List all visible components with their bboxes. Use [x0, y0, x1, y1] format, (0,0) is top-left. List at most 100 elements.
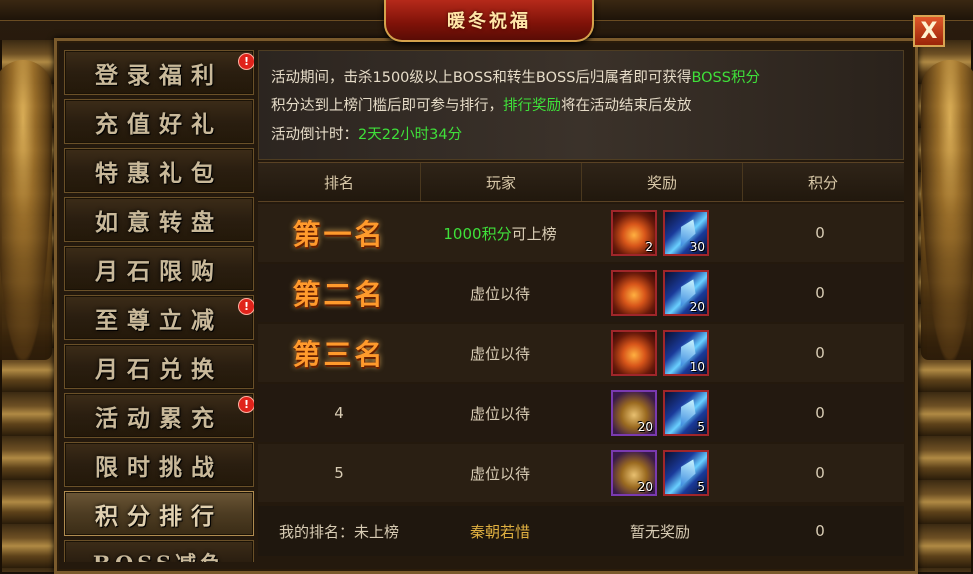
- right-statue: [921, 60, 973, 360]
- header-reward: 奖励: [582, 163, 743, 201]
- my-player-name: 秦朝若惜: [469, 522, 530, 541]
- score-cell: 0: [815, 464, 825, 482]
- my-reward: 暂无奖励: [629, 522, 690, 541]
- header-player: 玩家: [421, 163, 582, 201]
- sidebar-item-label: 月石限购: [95, 257, 223, 285]
- sidebar: 登录福利 ! 充值好礼 特惠礼包 如意转盘 月石限购 至尊立减 ! 月石兑换 活…: [64, 50, 254, 562]
- reward-cell: 2 30: [580, 204, 740, 262]
- rank-label: 第二名: [292, 278, 386, 311]
- reward-cell: 20 5: [580, 444, 740, 502]
- title-plate: 暖冬祝福: [384, 0, 594, 42]
- rank-cell: 5: [334, 464, 344, 482]
- header-rank: 排名: [258, 163, 421, 201]
- countdown-label: 活动倒计时：: [271, 127, 358, 143]
- info-line-1: 活动期间，击杀1500级以上BOSS和转生BOSS后归属者即可获得BOSS积分: [271, 66, 760, 87]
- event-info: 活动期间，击杀1500级以上BOSS和转生BOSS后归属者即可获得BOSS积分 …: [258, 50, 904, 160]
- sidebar-item-moonstone-limit[interactable]: 月石限购: [64, 246, 254, 291]
- sidebar-item-label: 特惠礼包: [95, 159, 223, 187]
- main-panel: 活动期间，击杀1500级以上BOSS和转生BOSS后归属者即可获得BOSS积分 …: [258, 50, 904, 562]
- alert-badge: !: [238, 298, 254, 315]
- info-line-3: 活动倒计时：2天22小时34分: [271, 123, 462, 144]
- my-score: 0: [815, 522, 825, 540]
- player-cell: 虚位以待: [469, 284, 530, 303]
- window-title: 暖冬祝福: [447, 11, 531, 32]
- alert-badge: !: [238, 396, 254, 413]
- info-text: 积分达到上榜门槛后即可参与排行，: [271, 98, 503, 114]
- crystal-icon[interactable]: 5: [663, 450, 709, 496]
- sidebar-item-recharge-gift[interactable]: 充值好礼: [64, 99, 254, 144]
- crystal-icon[interactable]: 30: [663, 210, 709, 256]
- potion-icon[interactable]: [611, 270, 657, 316]
- item-quantity: 10: [689, 360, 705, 374]
- table-row: 第三名 虚位以待 10 0: [258, 324, 904, 382]
- player-cell: 1000积分 可上榜: [420, 204, 580, 262]
- item-quantity: 20: [689, 300, 705, 314]
- score-cell: 0: [815, 344, 825, 362]
- sidebar-item-login-bonus[interactable]: 登录福利 !: [64, 50, 254, 95]
- info-highlight: BOSS积分: [691, 70, 760, 86]
- sidebar-item-special-pack[interactable]: 特惠礼包: [64, 148, 254, 193]
- player-name: 可上榜: [511, 224, 557, 243]
- player-cell: 虚位以待: [469, 404, 530, 423]
- reward-cell: 20: [580, 264, 740, 322]
- rank-cell: 第一名: [258, 204, 420, 262]
- sidebar-item-wheel[interactable]: 如意转盘: [64, 197, 254, 242]
- table-row: 第一名 1000积分 可上榜 2 30 0: [258, 204, 904, 262]
- player-highlight: 1000积分: [443, 224, 512, 243]
- sidebar-item-label: 活动累充: [95, 404, 223, 432]
- rank-label: 第一名: [292, 218, 386, 251]
- item-quantity: 5: [697, 420, 705, 434]
- info-highlight: 排行奖励: [503, 98, 561, 114]
- potion-icon[interactable]: [611, 330, 657, 376]
- sidebar-item-moonstone-exchange[interactable]: 月石兑换: [64, 344, 254, 389]
- sidebar-item-boss-relief[interactable]: BOSS减负: [64, 540, 254, 562]
- countdown-value: 2天22小时34分: [358, 127, 463, 143]
- info-line-2: 积分达到上榜门槛后即可参与排行，排行奖励将在活动结束后发放: [271, 94, 692, 115]
- header-score: 积分: [807, 173, 838, 192]
- player-cell: 虚位以待: [469, 464, 530, 483]
- treasure-chest-icon[interactable]: 20: [611, 390, 657, 436]
- close-icon[interactable]: X: [921, 19, 938, 44]
- score-cell: 0: [815, 224, 825, 242]
- sidebar-item-label: 如意转盘: [95, 208, 223, 236]
- sidebar-item-label: 限时挑战: [95, 453, 223, 481]
- sidebar-item-label: 积分排行: [95, 502, 223, 530]
- sidebar-item-label: 登录福利: [95, 61, 223, 89]
- ranking-table-header: 排名 玩家 奖励 积分: [258, 162, 904, 202]
- sidebar-item-timed-challenge[interactable]: 限时挑战: [64, 442, 254, 487]
- item-quantity: 20: [637, 420, 653, 434]
- info-text: 将在活动结束后发放: [561, 98, 692, 114]
- crystal-icon[interactable]: 10: [663, 330, 709, 376]
- alert-badge: !: [238, 53, 254, 70]
- my-rank: 我的排名：未上榜: [278, 522, 399, 541]
- rank-cell: 第三名: [258, 324, 420, 382]
- reward-cell: 10: [580, 324, 740, 382]
- sidebar-item-label: 至尊立减: [95, 306, 223, 334]
- rank-cell: 4: [334, 404, 344, 422]
- my-ranking-row: 我的排名：未上榜 秦朝若惜 暂无奖励 0: [258, 506, 904, 556]
- sidebar-item-points-ranking[interactable]: 积分排行: [64, 491, 254, 536]
- close-button[interactable]: X: [913, 15, 945, 47]
- item-quantity: 20: [637, 480, 653, 494]
- table-row: 4 虚位以待 20 5 0: [258, 384, 904, 442]
- rank-cell: 第二名: [258, 264, 420, 322]
- left-statue: [0, 60, 52, 360]
- info-text: 活动期间，击杀1500级以上BOSS和转生BOSS后归属者即可获得: [271, 70, 692, 86]
- sidebar-item-label: 充值好礼: [95, 110, 223, 138]
- item-quantity: 2: [645, 240, 653, 254]
- player-cell: 虚位以待: [469, 344, 530, 363]
- table-row: 5 虚位以待 20 5 0: [258, 444, 904, 502]
- game-window: 暖冬祝福 X 登录福利 ! 充值好礼 特惠礼包 如意转盘 月石限购 至尊立减 !…: [0, 0, 973, 574]
- crystal-icon[interactable]: 20: [663, 270, 709, 316]
- sidebar-item-cumulative-recharge[interactable]: 活动累充 !: [64, 393, 254, 438]
- score-cell: 0: [815, 284, 825, 302]
- potion-icon[interactable]: 2: [611, 210, 657, 256]
- rank-label: 第三名: [292, 338, 386, 371]
- table-row: 第二名 虚位以待 20 0: [258, 264, 904, 322]
- sidebar-item-label: 月石兑换: [95, 355, 223, 383]
- treasure-chest-icon[interactable]: 20: [611, 450, 657, 496]
- crystal-icon[interactable]: 5: [663, 390, 709, 436]
- item-quantity: 30: [689, 240, 705, 254]
- sidebar-item-supreme-discount[interactable]: 至尊立减 !: [64, 295, 254, 340]
- sidebar-item-label: BOSS减负: [93, 548, 225, 563]
